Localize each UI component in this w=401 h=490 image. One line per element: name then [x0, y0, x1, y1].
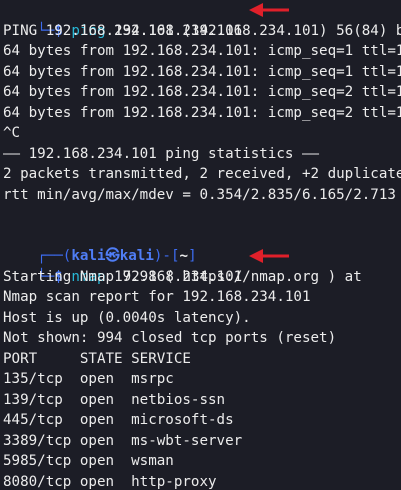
port-row: 445/tcp open microsoft-ds	[3, 412, 234, 428]
output-line: —— 192.168.234.101 ping statistics ——	[3, 145, 320, 162]
port-row: 3389/tcp open ms-wbt-server	[3, 432, 243, 449]
red-arrow-icon	[249, 3, 289, 17]
output-line: Starting Nmap 7.98 ( https://nmap.org ) …	[3, 268, 362, 285]
output-line: rtt min/avg/max/mdev = 0.354/2.835/6.165…	[3, 186, 401, 203]
ping-prompt-line: └─$ ping 192.168.234.101	[3, 0, 401, 39]
output-line: Host is up (0.0040s latency).	[3, 309, 251, 326]
output-line: ^C	[3, 125, 21, 141]
port-row: 5985/tcp open wsman	[3, 453, 174, 469]
port-row: 8080/tcp open http-proxy	[3, 473, 217, 490]
port-row: 139/tcp open netbios-ssn	[3, 391, 226, 408]
output-line: Not shown: 994 closed tcp ports (reset)	[3, 330, 337, 346]
prompt-header-line: ┌──(kali㉿kali)-[~]	[3, 226, 401, 264]
output-line: PING 192.168.234.101 (192.168.234.101) 5…	[3, 22, 401, 39]
output-line: 64 bytes from 192.168.234.101: icmp_seq=…	[3, 84, 401, 100]
table-header: PORT STATE SERVICE	[3, 350, 191, 367]
terminal-window[interactable]: └─$ ping 192.168.234.101 PING 192.168.23…	[0, 0, 401, 490]
output-line: 2 packets transmitted, 2 received, +2 du…	[3, 166, 401, 182]
nmap-prompt-line: └─$ nmap 192.168.234.101	[3, 246, 401, 285]
output-line: 64 bytes from 192.168.234.101: icmp_seq=…	[3, 43, 401, 59]
output-line: 64 bytes from 192.168.234.101: icmp_seq=…	[3, 63, 401, 80]
output-line: Nmap scan report for 192.168.234.101	[3, 289, 311, 305]
red-arrow-icon	[249, 249, 289, 263]
output-line: 64 bytes from 192.168.234.101: icmp_seq=…	[3, 104, 401, 121]
port-row: 135/tcp open msrpc	[3, 371, 174, 387]
